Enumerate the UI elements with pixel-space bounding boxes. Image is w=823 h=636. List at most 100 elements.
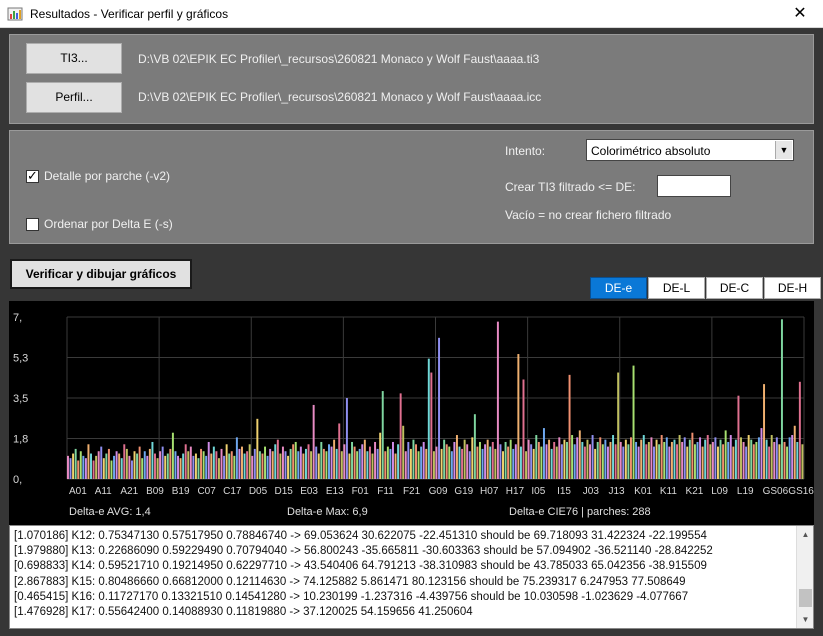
bar bbox=[95, 455, 98, 479]
bar bbox=[711, 441, 714, 479]
bar bbox=[430, 372, 433, 479]
intento-select[interactable]: Colorimétrico absoluto ▼ bbox=[586, 139, 794, 161]
bar bbox=[335, 448, 338, 479]
bar bbox=[622, 446, 625, 479]
scroll-thumb[interactable] bbox=[799, 589, 812, 607]
bar bbox=[238, 448, 241, 479]
bar bbox=[619, 441, 622, 479]
bar bbox=[363, 439, 366, 479]
bar bbox=[745, 446, 748, 479]
tab-de-e[interactable]: DE-e bbox=[590, 277, 647, 299]
bar bbox=[665, 437, 668, 479]
bar bbox=[128, 455, 131, 479]
x-tick-label: I15 bbox=[557, 486, 571, 497]
perfil-button[interactable]: Perfil... bbox=[26, 82, 122, 113]
log-scrollbar[interactable]: ▲ ▼ bbox=[796, 526, 813, 628]
bar bbox=[783, 441, 786, 479]
bar bbox=[589, 444, 591, 479]
bar bbox=[274, 444, 277, 479]
ordenar-checkbox-box[interactable] bbox=[26, 217, 39, 231]
bar bbox=[645, 444, 648, 479]
bar bbox=[530, 444, 533, 479]
y-tick-label: 7, bbox=[13, 312, 22, 324]
bar bbox=[540, 446, 543, 479]
bar bbox=[271, 451, 274, 479]
bar bbox=[322, 448, 325, 479]
bar bbox=[310, 451, 313, 479]
crear-label: Crear TI3 filtrado <= DE: bbox=[505, 180, 636, 194]
bar bbox=[658, 444, 661, 479]
bar bbox=[184, 444, 187, 479]
app-icon bbox=[7, 7, 23, 21]
bar bbox=[627, 444, 630, 479]
bar bbox=[440, 448, 443, 479]
bar bbox=[583, 446, 586, 479]
bar bbox=[719, 439, 722, 479]
chevron-down-icon[interactable]: ▼ bbox=[775, 141, 792, 159]
bar bbox=[164, 455, 167, 479]
bar bbox=[389, 448, 392, 479]
bar bbox=[532, 448, 535, 479]
bar bbox=[489, 446, 492, 479]
y-tick-label: 1,8 bbox=[13, 434, 28, 446]
bar bbox=[325, 451, 328, 479]
tab-de-h[interactable]: DE-H bbox=[764, 277, 821, 299]
bar bbox=[773, 441, 776, 479]
bar bbox=[655, 439, 658, 479]
bar bbox=[706, 435, 709, 479]
x-tick-label: F01 bbox=[352, 486, 370, 497]
bar bbox=[691, 432, 694, 479]
bar bbox=[591, 435, 594, 479]
bar bbox=[461, 448, 464, 479]
log-line: [0.465415] K16: 0.11727170 0.13321510 0.… bbox=[14, 590, 689, 603]
bar bbox=[207, 441, 210, 479]
scroll-down-icon[interactable]: ▼ bbox=[797, 611, 813, 628]
tab-de-c[interactable]: DE-C bbox=[706, 277, 763, 299]
bar bbox=[368, 446, 371, 479]
ti3-button[interactable]: TI3... bbox=[26, 43, 122, 74]
bar bbox=[302, 453, 305, 479]
bar bbox=[330, 446, 333, 479]
bar bbox=[458, 446, 461, 479]
bar bbox=[678, 435, 681, 479]
scroll-up-icon[interactable]: ▲ bbox=[797, 526, 813, 543]
bar bbox=[617, 372, 620, 479]
bar bbox=[696, 441, 699, 479]
bar bbox=[484, 444, 487, 479]
bar bbox=[563, 439, 566, 479]
files-panel: TI3... D:\VB 02\EPIK EC Profiler\_recurs… bbox=[9, 34, 814, 124]
bar bbox=[320, 441, 323, 479]
bar bbox=[609, 441, 612, 479]
bar bbox=[453, 441, 456, 479]
x-tick-label: D05 bbox=[249, 486, 268, 497]
ti3-path: D:\VB 02\EPIK EC Profiler\_recursos\2608… bbox=[138, 52, 540, 66]
x-tick-label: K11 bbox=[660, 486, 677, 497]
bar bbox=[228, 453, 231, 479]
bar bbox=[614, 444, 617, 479]
chart-tabs: DE-e DE-L DE-C DE-H bbox=[589, 277, 821, 299]
detalle-checkbox[interactable]: Detalle por parche (-v2) bbox=[26, 168, 170, 184]
bar bbox=[348, 453, 351, 479]
results-log[interactable]: [1.070186] K12: 0.75347130 0.57517950 0.… bbox=[9, 525, 814, 629]
bar bbox=[159, 451, 162, 479]
tab-de-l[interactable]: DE-L bbox=[648, 277, 705, 299]
bar bbox=[640, 439, 643, 479]
ordenar-checkbox[interactable]: Ordenar por Delta E (-s) bbox=[26, 217, 173, 231]
bar bbox=[752, 444, 755, 479]
bar bbox=[194, 453, 197, 479]
bar bbox=[448, 446, 451, 479]
bar bbox=[189, 446, 192, 479]
bar bbox=[146, 455, 149, 479]
bar bbox=[673, 439, 676, 479]
de-threshold-input[interactable] bbox=[657, 175, 731, 197]
x-tick-label: A01 bbox=[69, 486, 87, 497]
verify-button[interactable]: Verificar y dibujar gráficos bbox=[10, 259, 192, 289]
bar bbox=[445, 444, 448, 479]
bar bbox=[724, 430, 727, 479]
bar bbox=[502, 451, 504, 479]
bar bbox=[714, 437, 717, 479]
detalle-checkbox-box[interactable] bbox=[26, 168, 39, 184]
bar bbox=[374, 441, 377, 479]
close-icon[interactable]: ✕ bbox=[777, 0, 823, 28]
bar bbox=[522, 379, 525, 479]
